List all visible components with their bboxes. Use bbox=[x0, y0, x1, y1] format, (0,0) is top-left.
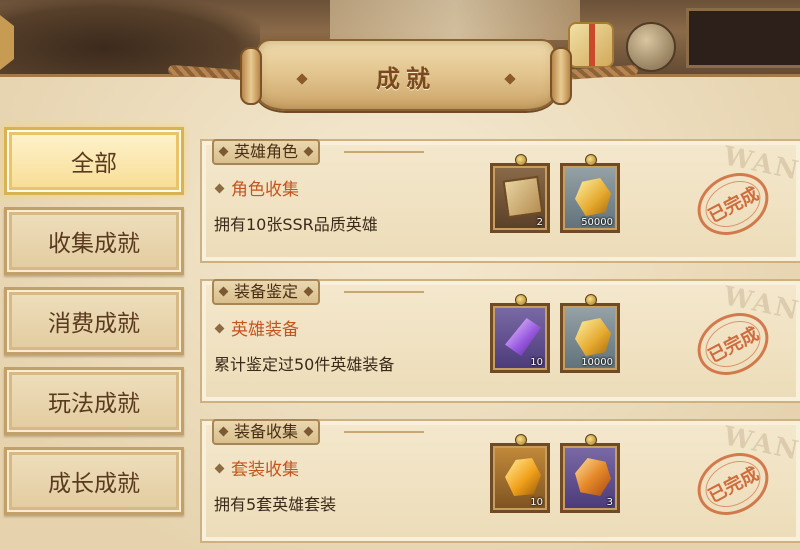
sidebar-item-gameplay[interactable]: 玩法成就 bbox=[4, 367, 184, 435]
reward-count: 50000 bbox=[581, 217, 613, 228]
pin-icon bbox=[585, 294, 597, 306]
amber-gem-icon bbox=[505, 458, 541, 496]
scroll-icon bbox=[502, 175, 544, 219]
achievement-name: 套装收集 bbox=[231, 460, 299, 480]
title-banner: 成就 bbox=[167, 25, 639, 111]
achievement-card: WAN 装备鉴定 英雄装备 累计鉴定过50件英雄装备 10 10000 已完成 bbox=[200, 279, 800, 403]
achievement-category: 装备鉴定 bbox=[212, 279, 321, 305]
sidebar-item-spending[interactable]: 消费成就 bbox=[4, 287, 184, 355]
page-title: 成就 bbox=[376, 64, 436, 93]
pin-icon bbox=[585, 154, 597, 166]
reward-count: 2 bbox=[536, 217, 543, 228]
achievement-card: WAN 英雄角色 角色收集 拥有10张SSR品质英雄 2 50000 已完成 bbox=[200, 139, 800, 263]
sidebar-item-label: 收集成就 bbox=[48, 231, 140, 257]
orange-gem-icon bbox=[575, 458, 611, 496]
diamond-bullet-icon bbox=[214, 463, 225, 473]
reward-slot[interactable]: 10 bbox=[490, 294, 550, 373]
achievement-category: 英雄角色 bbox=[212, 139, 321, 165]
achievement-description: 拥有5套英雄套装 bbox=[214, 495, 337, 514]
reward-slot[interactable]: 10000 bbox=[560, 294, 620, 373]
achievement-title: 英雄装备 bbox=[214, 315, 299, 340]
sidebar-item-growth[interactable]: 成长成就 bbox=[4, 447, 184, 515]
reward-count: 10000 bbox=[581, 357, 613, 368]
sidebar-item-label: 玩法成就 bbox=[48, 391, 140, 417]
scroll-banner: 成就 bbox=[240, 39, 572, 111]
header-divider bbox=[344, 431, 424, 433]
achievement-description: 累计鉴定过50件英雄装备 bbox=[214, 355, 395, 374]
reward-slot[interactable]: 2 bbox=[490, 154, 550, 233]
achievement-name: 英雄装备 bbox=[231, 320, 299, 340]
sidebar-item-collection[interactable]: 收集成就 bbox=[4, 207, 184, 275]
sidebar-item-label: 消费成就 bbox=[48, 311, 140, 337]
reward-count: 10 bbox=[530, 497, 543, 508]
pin-icon bbox=[515, 434, 527, 446]
sidebar-item-label: 全部 bbox=[71, 151, 117, 177]
diamond-bullet-icon bbox=[214, 183, 225, 193]
achievement-card: WAN 装备收集 套装收集 拥有5套英雄套装 10 3 已完成 bbox=[200, 419, 800, 543]
achievement-title: 角色收集 bbox=[214, 175, 299, 200]
reward-slot[interactable]: 50000 bbox=[560, 154, 620, 233]
reward-slot[interactable]: 10 bbox=[490, 434, 550, 513]
sidebar-item-all[interactable]: 全部 bbox=[4, 127, 184, 195]
pin-icon bbox=[515, 154, 527, 166]
diamond-bullet-icon bbox=[214, 323, 225, 333]
achievement-category: 装备收集 bbox=[212, 419, 321, 445]
purple-crystal-icon bbox=[505, 318, 541, 356]
gold-ore-icon bbox=[575, 178, 611, 216]
gold-ore-icon bbox=[575, 318, 611, 356]
sidebar-item-label: 成长成就 bbox=[48, 471, 140, 497]
pin-icon bbox=[515, 294, 527, 306]
achievement-name: 角色收集 bbox=[231, 180, 299, 200]
dark-signboard bbox=[686, 8, 800, 68]
pin-icon bbox=[585, 434, 597, 446]
header-divider bbox=[344, 291, 424, 293]
reward-slot[interactable]: 3 bbox=[560, 434, 620, 513]
achievement-description: 拥有10张SSR品质英雄 bbox=[214, 215, 378, 234]
achievement-panel: 全部 收集成就 消费成就 玩法成就 成长成就 WAN 英雄角色 角色收集 拥有1… bbox=[0, 39, 800, 550]
reward-count: 3 bbox=[606, 497, 613, 508]
achievement-title: 套装收集 bbox=[214, 455, 299, 480]
reward-count: 10 bbox=[530, 357, 543, 368]
header-divider bbox=[344, 151, 424, 153]
